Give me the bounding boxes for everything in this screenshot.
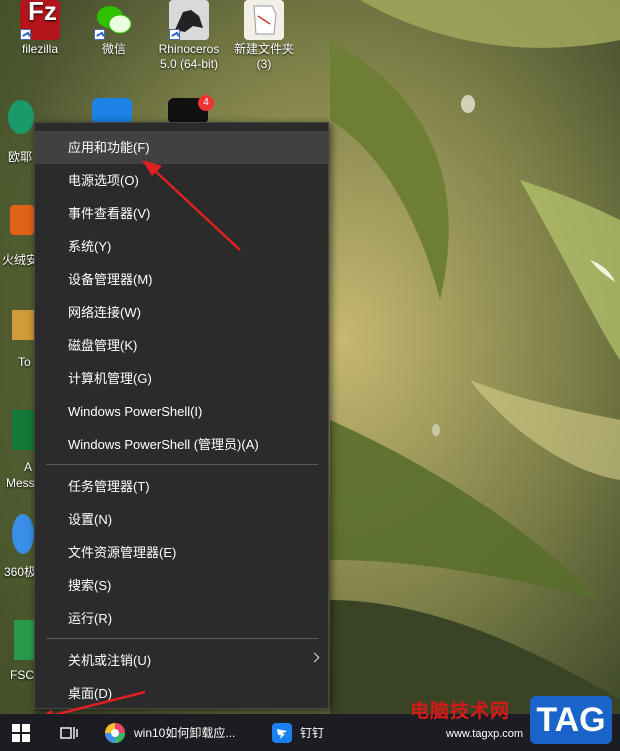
annotation-arrows — [34, 160, 241, 723]
task-view-button[interactable] — [60, 714, 86, 751]
taskbar-app-browser[interactable]: win10如何卸载应... — [104, 714, 252, 751]
browser-icon — [105, 722, 125, 743]
taskbar-app-dingtalk[interactable]: 钉钉 — [272, 714, 342, 751]
taskbar-app-label: 钉钉 — [300, 726, 325, 740]
site-watermark: 电脑技术网 www.tagxp.com TAG — [404, 694, 620, 751]
taskbar-app-label: win10如何卸载应... — [134, 726, 236, 740]
watermark-site-name: 电脑技术网 — [410, 701, 511, 722]
watermark-url: www.tagxp.com — [446, 728, 524, 740]
start-button[interactable] — [12, 714, 38, 751]
task-view-icon — [60, 726, 78, 739]
windows-logo-icon — [12, 723, 30, 742]
dingtalk-icon — [272, 722, 292, 743]
watermark-tag-logo: TAG — [530, 696, 612, 744]
